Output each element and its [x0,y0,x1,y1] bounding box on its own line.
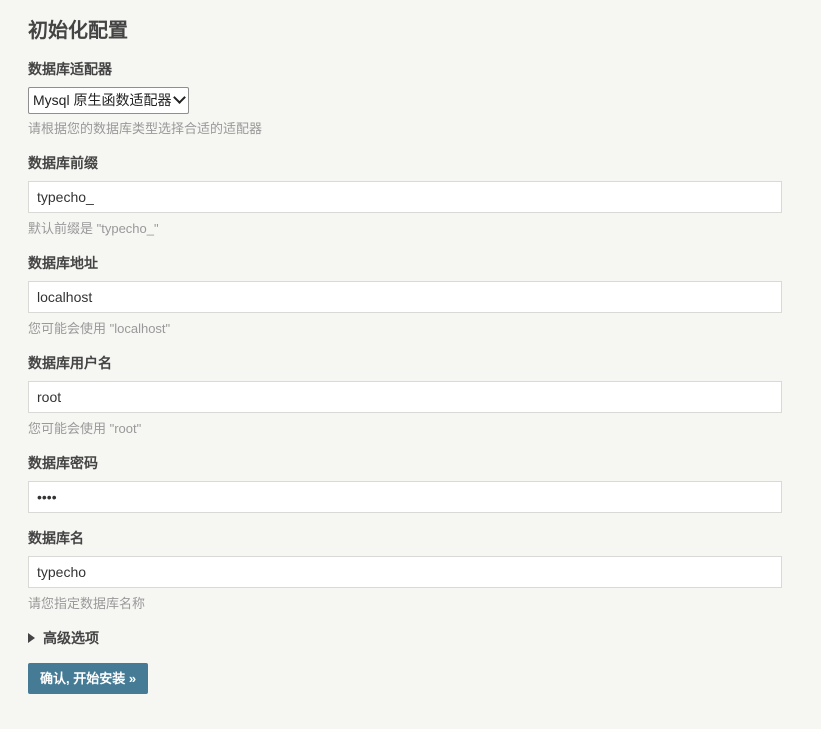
chevron-down-icon [173,91,187,104]
adapter-label: 数据库适配器 [28,61,112,77]
host-hint: 您可能会使用 "localhost" [28,321,171,336]
host-label: 数据库地址 [28,255,98,271]
dbname-input[interactable] [28,556,782,588]
adapter-select-value: Mysql 原生函数适配器 [33,92,172,108]
user-label: 数据库用户名 [28,355,112,371]
password-field: 数据库密码 [28,454,782,513]
dbname-hint: 请您指定数据库名称 [28,596,146,611]
host-field: 数据库地址 您可能会使用 "localhost" [28,254,782,338]
page-title: 初始化配置 [28,20,128,42]
prefix-input[interactable] [28,181,782,213]
adapter-hint: 请根据您的数据库类型选择合适的适配器 [28,121,263,136]
dbname-label: 数据库名 [28,530,84,546]
prefix-label: 数据库前缀 [28,155,98,171]
prefix-hint: 默认前缀是 "typecho_" [28,221,159,236]
user-input[interactable] [28,381,782,413]
password-input[interactable] [28,481,782,513]
triangle-right-icon [28,633,35,643]
host-input[interactable] [28,281,782,313]
password-label: 数据库密码 [28,455,98,471]
submit-install-button[interactable]: 确认, 开始安装 » [28,663,149,694]
adapter-field: 数据库适配器 Mysql 原生函数适配器 请根据您的数据库类型选择合适的适配器 [28,60,782,138]
user-field: 数据库用户名 您可能会使用 "root" [28,354,782,438]
install-config-page: 初始化配置 数据库适配器 Mysql 原生函数适配器 请根据您的数据库类型选择合… [0,0,821,729]
dbname-field: 数据库名 请您指定数据库名称 [28,529,782,613]
user-hint: 您可能会使用 "root" [28,421,142,436]
advanced-options-label: 高级选项 [43,630,99,646]
prefix-field: 数据库前缀 默认前缀是 "typecho_" [28,154,782,238]
adapter-select[interactable]: Mysql 原生函数适配器 [28,87,190,114]
advanced-options-toggle[interactable]: 高级选项 [28,629,821,647]
